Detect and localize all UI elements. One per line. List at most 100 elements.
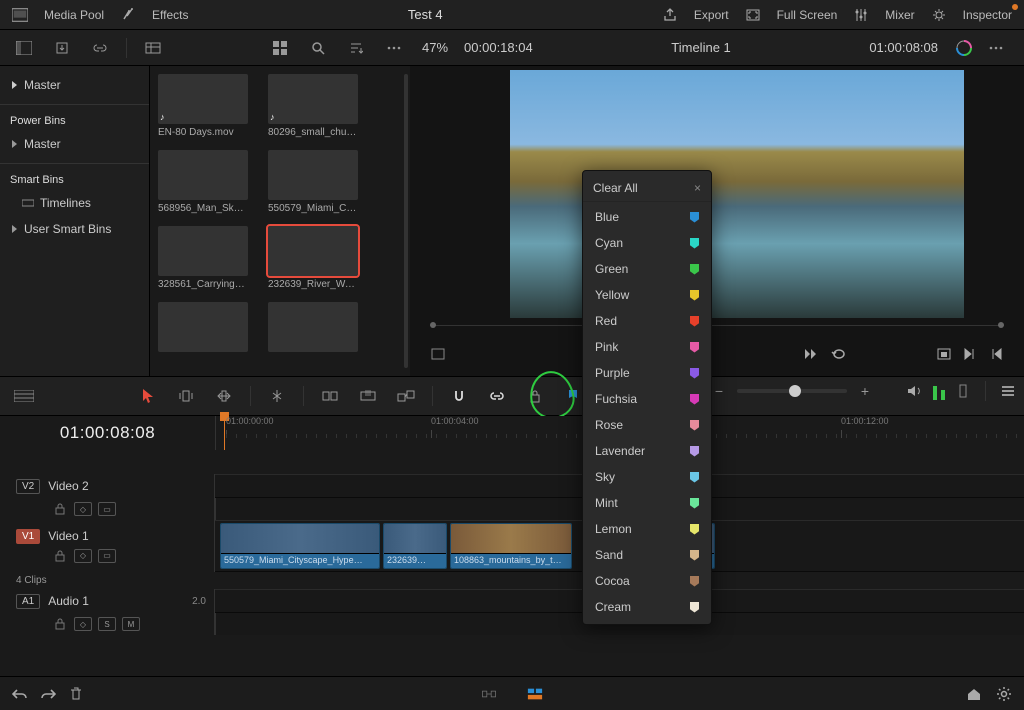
marker-color-item[interactable]: Mint <box>583 490 711 516</box>
dynamic-trim-icon[interactable] <box>208 382 240 410</box>
link-icon[interactable] <box>84 34 116 62</box>
a1-lock-icon[interactable] <box>52 616 68 632</box>
marker-color-item[interactable]: Fuchsia <box>583 386 711 412</box>
pool-thumb[interactable] <box>158 302 248 355</box>
pool-thumb[interactable]: 232639_River_Wat… <box>268 226 358 290</box>
go-end-icon[interactable] <box>962 346 978 362</box>
a1-tag[interactable]: A1 <box>16 594 40 609</box>
zoom-out-icon[interactable]: − <box>711 383 727 399</box>
replace-icon[interactable] <box>390 382 422 410</box>
v1-auto-select[interactable]: ◇ <box>74 549 92 563</box>
insert-icon[interactable] <box>314 382 346 410</box>
v2-visible[interactable]: ▭ <box>98 502 116 516</box>
pool-thumb[interactable]: ♪EN-80 Days.mov <box>158 74 248 138</box>
v1-visible[interactable]: ▭ <box>98 549 116 563</box>
fullscreen-icon[interactable] <box>745 7 761 23</box>
lock-icon[interactable] <box>519 382 551 410</box>
more-icon[interactable] <box>378 34 410 62</box>
layout-icon[interactable] <box>8 34 40 62</box>
blade-tool-icon[interactable] <box>261 382 293 410</box>
zoom-slider[interactable] <box>737 389 847 393</box>
pool-thumb[interactable]: 550579_Miami_Cit… <box>268 150 358 214</box>
go-start-icon[interactable] <box>988 346 1004 362</box>
import-icon[interactable] <box>46 34 78 62</box>
viewer-scrubber[interactable] <box>430 318 1004 332</box>
crop-icon[interactable] <box>430 346 446 362</box>
inspector-label[interactable]: Inspector <box>963 8 1012 22</box>
marker-color-item[interactable]: Purple <box>583 360 711 386</box>
zoom-in-icon[interactable]: + <box>857 383 873 399</box>
viewer-more-icon[interactable] <box>980 34 1012 62</box>
a1-mute[interactable]: M <box>122 617 140 631</box>
viewer-zoom[interactable]: 47% <box>422 40 448 55</box>
marker-color-item[interactable]: Yellow <box>583 282 711 308</box>
v1-lock-icon[interactable] <box>52 548 68 564</box>
marker-color-item[interactable]: Sand <box>583 542 711 568</box>
color-wheel-icon[interactable] <box>948 34 980 62</box>
search-icon[interactable] <box>302 34 334 62</box>
sidebar-pb-master[interactable]: Master <box>0 131 149 157</box>
v2-lock-icon[interactable] <box>52 501 68 517</box>
media-pool-icon[interactable] <box>12 7 28 23</box>
menu-clear-all[interactable]: Clear All <box>593 181 638 195</box>
metadata-icon[interactable] <box>137 34 169 62</box>
sort-icon[interactable] <box>340 34 372 62</box>
mixer-label[interactable]: Mixer <box>885 8 914 22</box>
page-cut-icon[interactable] <box>481 686 497 702</box>
marker-color-item[interactable]: Cocoa <box>583 568 711 594</box>
export-icon[interactable] <box>662 7 678 23</box>
redo-icon[interactable] <box>40 686 56 702</box>
v2-auto-select[interactable]: ◇ <box>74 502 92 516</box>
dim-icon[interactable] <box>955 383 971 399</box>
pool-thumb[interactable]: ♪80296_small_chur… <box>268 74 358 138</box>
inspector-icon[interactable] <box>931 7 947 23</box>
menu-close-icon[interactable]: × <box>694 181 701 195</box>
link-clips-icon[interactable] <box>481 382 513 410</box>
overwrite-icon[interactable] <box>352 382 384 410</box>
v2-tag[interactable]: V2 <box>16 479 40 494</box>
sidebar-timelines[interactable]: Timelines <box>0 190 149 216</box>
trim-tool-icon[interactable] <box>170 382 202 410</box>
a1-auto-select[interactable]: ◇ <box>74 617 92 631</box>
skip-fwd-icon[interactable] <box>803 346 819 362</box>
home-icon[interactable] <box>966 686 982 702</box>
marker-color-item[interactable]: Lemon <box>583 516 711 542</box>
marker-color-item[interactable]: Red <box>583 308 711 334</box>
marker-color-item[interactable]: Cyan <box>583 230 711 256</box>
page-edit-icon[interactable] <box>527 686 543 702</box>
marker-color-item[interactable]: Sky <box>583 464 711 490</box>
trash-icon[interactable] <box>68 686 84 702</box>
pool-thumb[interactable]: 568956_Man_Sko… <box>158 150 248 214</box>
marker-color-item[interactable]: Lavender <box>583 438 711 464</box>
pool-thumb[interactable]: 328561_Carrying… <box>158 226 248 290</box>
timeline-clip[interactable]: 108863_mountains_by_t… <box>450 523 572 569</box>
timeline-clip[interactable]: 232639… <box>383 523 447 569</box>
timeline-name[interactable]: Timeline 1 <box>671 40 730 55</box>
marker-color-item[interactable]: Rose <box>583 412 711 438</box>
timeline-options-icon[interactable] <box>1000 383 1016 399</box>
playhead[interactable] <box>224 416 225 450</box>
fullscreen-label[interactable]: Full Screen <box>777 8 838 22</box>
effects-icon[interactable] <box>120 7 136 23</box>
undo-icon[interactable] <box>12 686 28 702</box>
timeline-view-icon[interactable] <box>8 382 40 410</box>
sidebar-user-smart[interactable]: User Smart Bins <box>0 216 149 242</box>
pool-thumb[interactable] <box>268 302 358 355</box>
export-label[interactable]: Export <box>694 8 729 22</box>
match-frame-icon[interactable] <box>936 346 952 362</box>
thumbnail-view-icon[interactable] <box>264 34 296 62</box>
selection-tool-icon[interactable] <box>132 382 164 410</box>
mixer-icon[interactable] <box>853 7 869 23</box>
timeline-clip[interactable]: 550579_Miami_Cityscape_Hype… <box>220 523 380 569</box>
marker-color-item[interactable]: Pink <box>583 334 711 360</box>
loop-icon[interactable] <box>831 346 847 362</box>
marker-color-item[interactable]: Green <box>583 256 711 282</box>
marker-color-item[interactable]: Cream <box>583 594 711 620</box>
a1-solo[interactable]: S <box>98 617 116 631</box>
effects-label[interactable]: Effects <box>152 8 188 22</box>
v1-tag[interactable]: V1 <box>16 529 40 544</box>
media-pool-label[interactable]: Media Pool <box>44 8 104 22</box>
pool-scrollbar[interactable] <box>404 74 408 368</box>
volume-icon[interactable] <box>907 383 923 399</box>
settings-icon[interactable] <box>996 686 1012 702</box>
